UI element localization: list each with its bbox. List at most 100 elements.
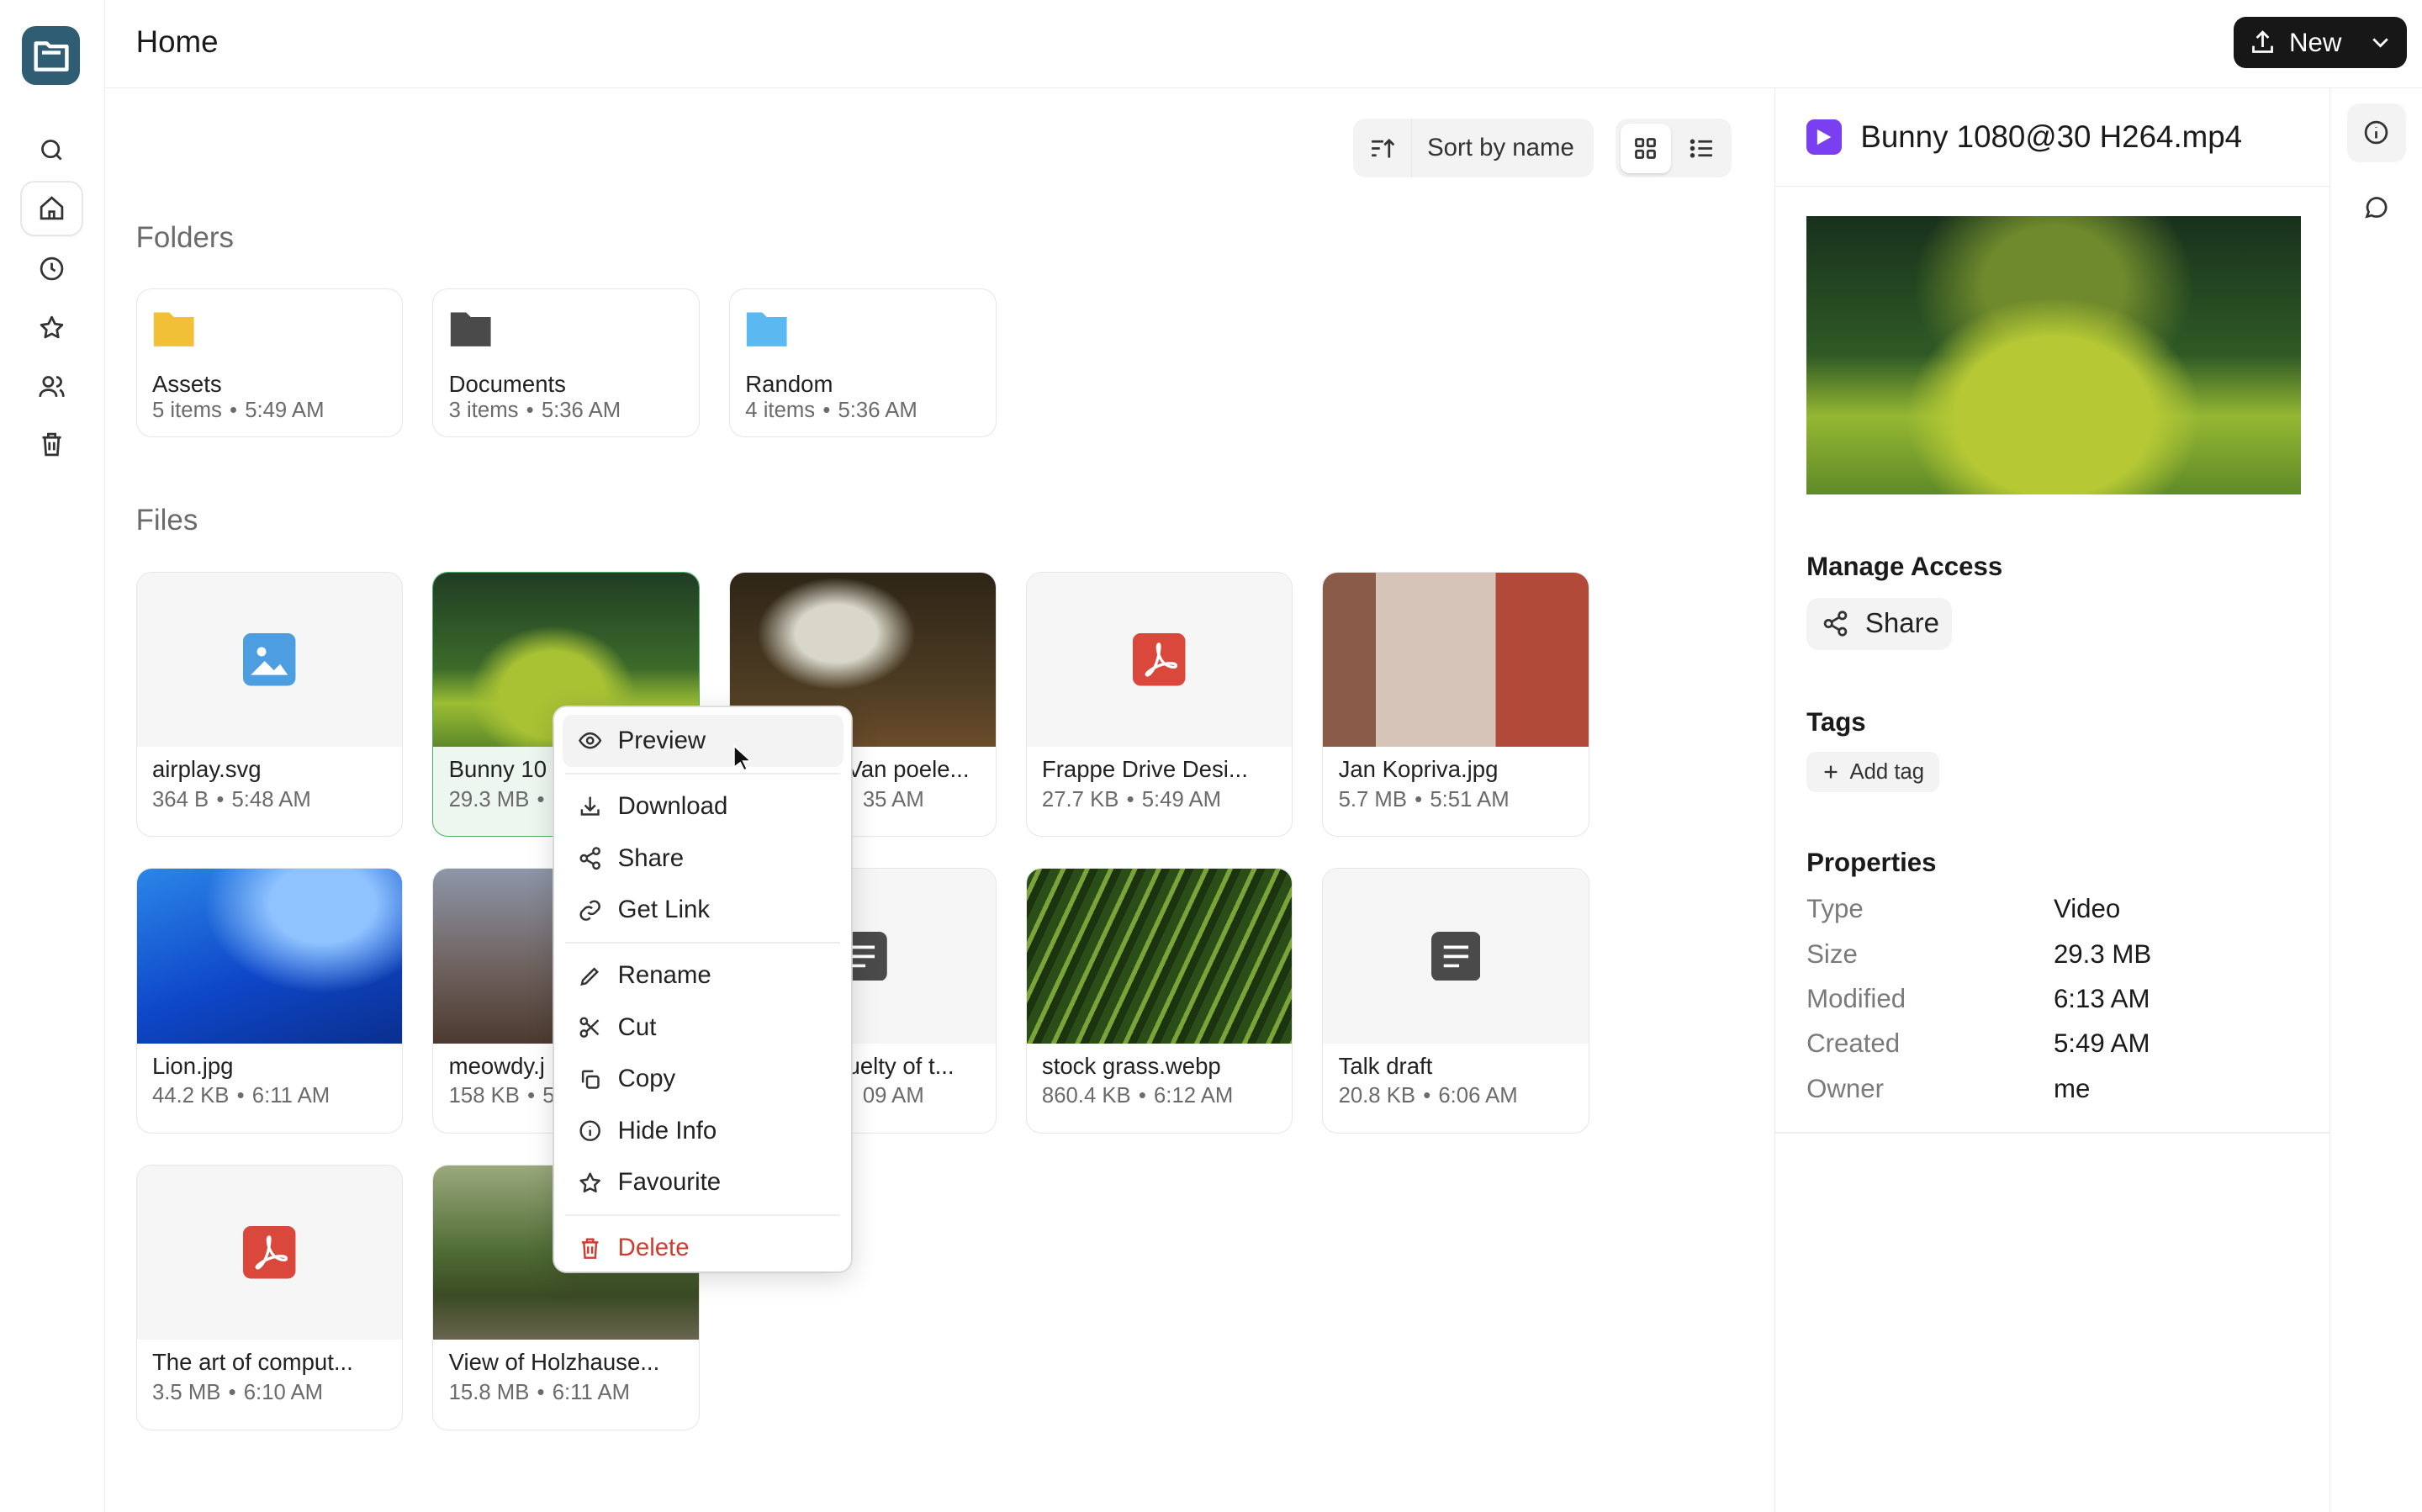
folder-name: Documents (448, 370, 566, 397)
add-tag-button[interactable]: Add tag (1806, 752, 1940, 793)
home-icon (40, 196, 64, 220)
trash-icon (581, 1238, 599, 1259)
grid-icon (1635, 137, 1657, 159)
folder-name: Assets (151, 370, 222, 397)
menu-item-share[interactable]: Share (563, 833, 843, 885)
divider (1775, 1132, 2330, 1134)
info-icon (2365, 121, 2388, 145)
view-toggle (1616, 119, 1732, 178)
file-preview-image[interactable] (1806, 216, 2301, 494)
folder-icon (450, 312, 491, 347)
file-card-lion[interactable]: Lion.jpg 44.2 KB • 6:11 AM (135, 868, 404, 1134)
menu-item-label: Share (617, 843, 685, 872)
eye-icon (578, 732, 602, 749)
menu-item-hide-info[interactable]: Hide Info (563, 1105, 843, 1157)
menu-item-download[interactable]: Download (563, 780, 843, 833)
folder-logo-icon (34, 41, 69, 71)
trash-icon (42, 433, 61, 457)
file-name: airplay.svg (151, 756, 262, 783)
comment-icon (2365, 196, 2388, 219)
search-icon (41, 139, 62, 161)
app-logo[interactable] (21, 26, 81, 85)
video-file-icon (1806, 119, 1843, 156)
file-meta: 5.7 MB • 5:51 AM (1338, 787, 1510, 812)
app-root: Home New Sort by name Folders Assets 5 i… (0, 0, 2422, 1512)
info-icon (579, 1120, 600, 1142)
menu-item-favourite[interactable]: Favourite (563, 1157, 843, 1209)
mouse-cursor-icon (732, 744, 751, 772)
home-button[interactable] (21, 182, 82, 235)
folder-meta: 5 items • 5:49 AM (151, 399, 325, 423)
folder-meta: 4 items • 5:36 AM (745, 399, 918, 423)
list-view-button[interactable] (1676, 124, 1727, 173)
file-name: Lion.jpg (151, 1052, 234, 1079)
recent-button[interactable] (22, 242, 82, 294)
file-card-art-of-programming[interactable]: The art of comput... 3.5 MB • 6:10 AM (135, 1164, 404, 1430)
menu-item-label: Rename (617, 961, 711, 990)
folder-meta: 3 items • 5:36 AM (448, 399, 621, 423)
file-card-jan-kopriva[interactable]: Jan Kopriva.jpg 5.7 MB • 5:51 AM (1322, 571, 1589, 838)
file-card-talk-draft[interactable]: Talk draft 20.8 KB • 6:06 AM (1322, 868, 1589, 1134)
sort-order-button[interactable] (1353, 119, 1412, 178)
sort-label[interactable]: Sort by name (1412, 134, 1574, 162)
file-name: Frappe Drive Desi... (1041, 756, 1248, 783)
users-icon (39, 375, 65, 397)
menu-item-label: Cut (617, 1012, 657, 1041)
file-thumbnail (136, 1165, 403, 1340)
file-thumbnail (1323, 869, 1589, 1044)
menu-item-label: Hide Info (617, 1116, 717, 1145)
menu-item-cut[interactable]: Cut (563, 1002, 843, 1054)
pencil-icon (580, 966, 599, 986)
property-row-type: Type Video (1806, 894, 2121, 924)
files-heading: Files (135, 503, 198, 537)
menu-item-delete[interactable]: Delete (563, 1223, 843, 1275)
file-thumbnail (1323, 572, 1589, 748)
upload-icon (2252, 30, 2274, 53)
folder-icon (153, 312, 194, 347)
scissors-icon (579, 1017, 600, 1038)
sort-control[interactable]: Sort by name (1352, 119, 1594, 178)
folder-card-documents[interactable]: Documents 3 items • 5:36 AM (432, 288, 700, 437)
list-icon (1690, 139, 1712, 158)
chevron-down-icon (2372, 38, 2388, 48)
shared-button[interactable] (22, 360, 82, 412)
file-name: View of Holzhause... (448, 1349, 660, 1376)
trash-button[interactable] (22, 419, 82, 471)
add-tag-label: Add tag (1849, 759, 1925, 784)
comments-tab[interactable] (2347, 177, 2406, 236)
menu-item-label: Get Link (617, 896, 711, 924)
file-name: stock grass.webp (1041, 1052, 1221, 1079)
file-thumbnail (1026, 572, 1293, 748)
menu-item-preview[interactable]: Preview (562, 715, 843, 767)
search-button[interactable] (22, 124, 82, 176)
star-icon (579, 1172, 600, 1192)
pdf-file-icon (243, 1226, 296, 1279)
file-card-stock-grass[interactable]: stock grass.webp 860.4 KB • 6:12 AM (1025, 868, 1293, 1134)
info-panel: Bunny 1080@30 H264.mp4 Manage Access Sha… (1774, 87, 2330, 1512)
file-card-airplay[interactable]: airplay.svg 364 B • 5:48 AM (135, 571, 404, 838)
menu-item-copy[interactable]: Copy (563, 1054, 843, 1106)
grid-view-button[interactable] (1620, 123, 1672, 173)
share-icon (1824, 611, 1848, 637)
file-name: Talk draft (1338, 1052, 1433, 1079)
folder-card-assets[interactable]: Assets 5 items • 5:49 AM (135, 288, 404, 437)
file-meta: 44.2 KB • 6:11 AM (151, 1084, 331, 1108)
favourites-button[interactable] (22, 301, 82, 353)
menu-item-label: Delete (617, 1234, 690, 1262)
link-icon (579, 899, 600, 921)
share-button-label: Share (1864, 608, 1940, 640)
info-panel-title: Bunny 1080@30 H264.mp4 (1860, 119, 2243, 154)
menu-item-get-link[interactable]: Get Link (563, 884, 843, 936)
tags-heading: Tags (1806, 707, 1866, 737)
info-tab[interactable] (2346, 103, 2406, 162)
new-button[interactable]: New (2233, 17, 2407, 68)
menu-item-rename[interactable]: Rename (563, 949, 843, 1002)
share-button[interactable]: Share (1806, 597, 1952, 651)
file-name: Jan Kopriva.jpg (1338, 756, 1499, 783)
file-card-frappe-drive[interactable]: Frappe Drive Desi... 27.7 KB • 5:49 AM (1025, 571, 1293, 838)
folder-card-random[interactable]: Random 4 items • 5:36 AM (728, 288, 997, 437)
file-meta: 20.8 KB • 6:06 AM (1338, 1084, 1518, 1108)
page-title: Home (135, 24, 219, 60)
info-panel-header: Bunny 1080@30 H264.mp4 (1775, 88, 2329, 188)
menu-item-label: Download (617, 792, 728, 821)
